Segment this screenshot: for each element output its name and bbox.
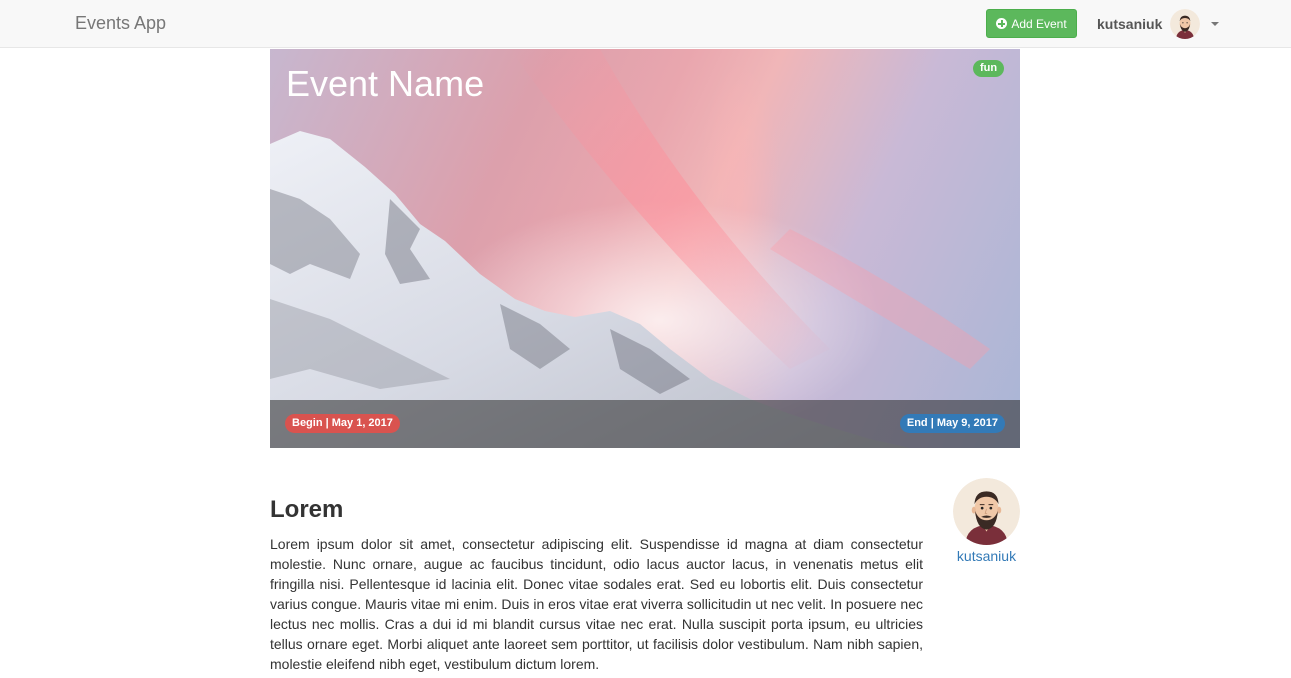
chevron-down-icon (1211, 22, 1220, 26)
author-name-link[interactable]: kutsaniuk (957, 548, 1016, 564)
plus-circle-icon (996, 18, 1008, 29)
begin-date-badge: Begin | May 1, 2017 (285, 414, 400, 433)
event-description: Lorem ipsum dolor sit amet, consectetur … (270, 536, 923, 672)
event-title: Event Name (286, 63, 485, 104)
author-avatar (953, 478, 1020, 545)
add-event-label: Add Event (1011, 16, 1067, 31)
mountain-image (270, 49, 1020, 448)
end-date-badge: End | May 9, 2017 (899, 414, 1005, 433)
date-bar: Begin | May 1, 2017 End | May 9, 2017 (270, 400, 1020, 448)
user-name: kutsaniuk (1097, 16, 1163, 32)
content-heading: Lorem (270, 496, 344, 523)
navbar: Events App Add Event kutsaniuk (0, 0, 1291, 48)
add-event-button[interactable]: Add Event (986, 9, 1077, 38)
author-profile-link[interactable]: kutsaniuk (953, 478, 1020, 564)
event-hero: Event Name fun Begin | May 1, 2017 End |… (270, 49, 1020, 448)
avatar (1170, 9, 1201, 39)
tag-badge: fun (973, 60, 1005, 77)
brand-link[interactable]: Events App (75, 12, 166, 34)
user-menu-dropdown[interactable]: kutsaniuk (1097, 8, 1220, 40)
